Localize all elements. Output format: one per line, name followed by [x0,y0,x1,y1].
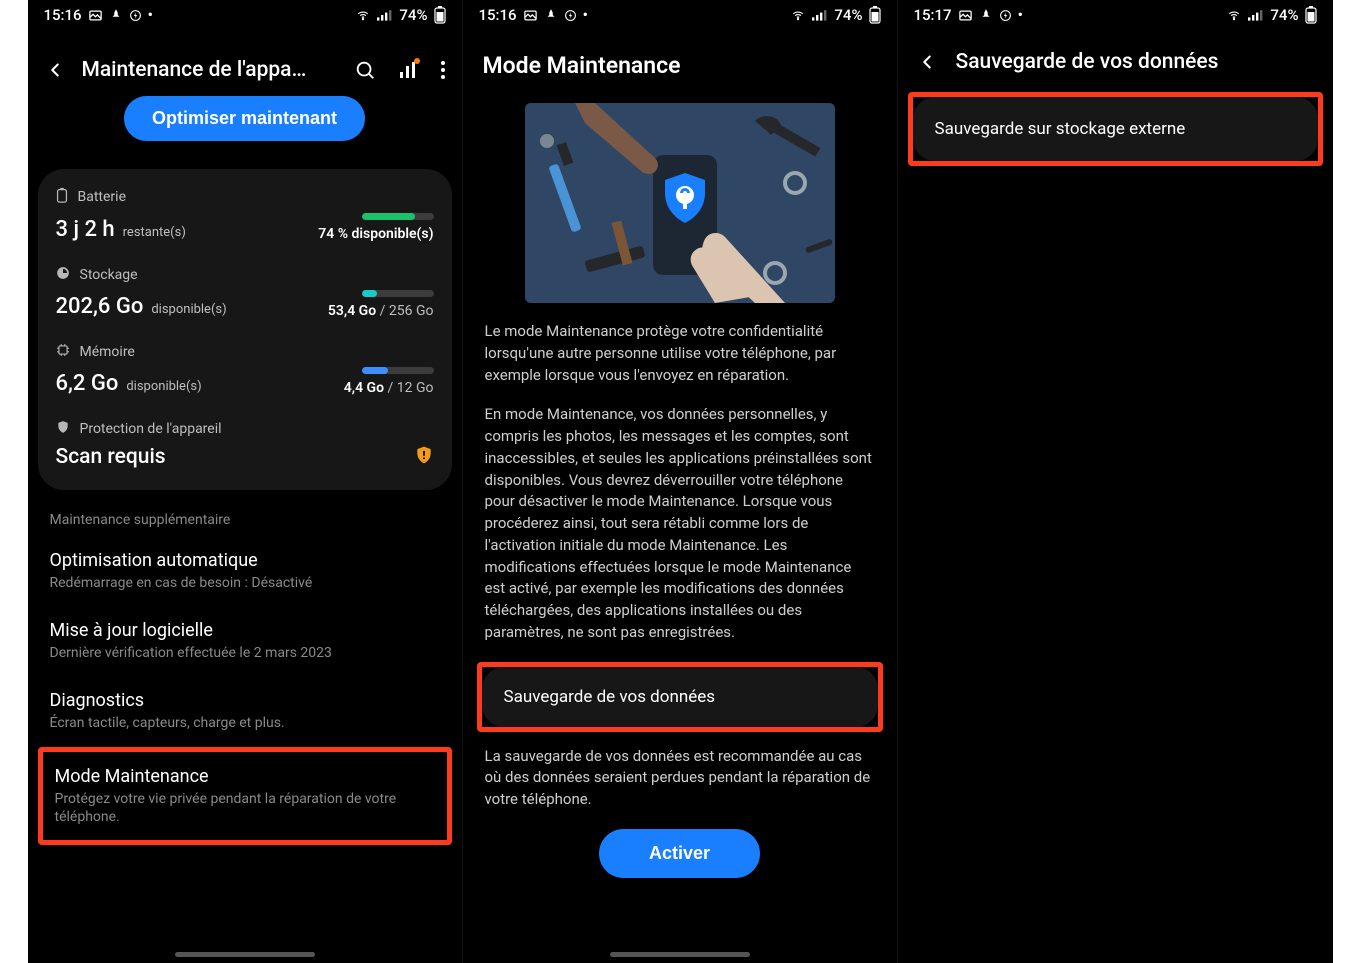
pin-icon [544,8,558,22]
diagnostics-sub: Écran tactile, capteurs, charge et plus. [50,714,440,732]
auto-optimization-title: Optimisation automatique [50,550,440,571]
maintenance-description-2: En mode Maintenance, vos données personn… [463,404,897,643]
page-header: Maintenance de l'appa… [28,28,462,92]
software-update-sub: Dernière vérification effectuée le 2 mar… [50,644,440,662]
maintenance-mode-item[interactable]: Mode Maintenance Protégez votre vie priv… [43,752,447,840]
wifi-icon [1226,8,1242,22]
wifi-icon [790,8,806,22]
protection-row[interactable]: Protection de l'appareil Scan requis [56,420,434,470]
storage-icon [56,266,70,284]
clock: 15:16 [479,6,517,24]
pin-icon [109,8,123,22]
storage-used: 53,4 Go [328,303,376,319]
storage-available-label: disponible(s) [151,302,226,317]
battery-icon [1305,6,1317,24]
auto-optimization-sub: Redémarrage en cas de besoin : Désactivé [50,574,440,592]
memory-used: 4,4 Go [344,380,384,396]
activate-button[interactable]: Activer [599,829,760,878]
storage-label: Stockage [80,267,138,283]
battery-icon [434,6,446,24]
memory-label: Mémoire [80,344,135,360]
maintenance-mode-sub: Protégez votre vie privée pendant la rép… [55,790,435,826]
battery-icon [869,6,881,24]
page-title: Sauvegarde de vos données [956,50,1219,74]
battery-value: 3 j 2 h [56,217,115,242]
more-icon[interactable] [440,60,446,80]
status-bar: 15:16 • 74% [28,0,462,28]
battery-percent: 74% [1270,6,1298,24]
signal-icon [812,8,828,22]
storage-total: 256 Go [389,303,434,319]
diagnostics-title: Diagnostics [50,690,440,711]
phone-screen-3: 15:17 • 74% Sauvegarde de vos données Sa… [898,0,1333,963]
wifi-icon [355,8,371,22]
battery-label: Batterie [78,189,127,205]
external-backup-highlight: Sauvegarde sur stockage externe [908,92,1323,166]
diagnostics-item[interactable]: Diagnostics Écran tactile, capteurs, cha… [28,676,462,746]
maintenance-description-1: Le mode Maintenance protège votre confid… [463,321,897,386]
battery-small-icon [56,187,68,207]
memory-icon [56,343,70,361]
memory-value: 6,2 Go [56,371,119,396]
picture-icon [523,8,538,23]
memory-total: 12 Go [397,380,434,396]
battery-row[interactable]: Batterie 3 j 2 h restante(s) 74 % dispon… [56,187,434,242]
home-indicator[interactable] [175,952,315,957]
chart-icon[interactable] [398,60,418,80]
external-backup-item[interactable]: Sauvegarde sur stockage externe [913,97,1318,161]
device-stats-card: Batterie 3 j 2 h restante(s) 74 % dispon… [38,169,452,490]
storage-row[interactable]: Stockage 202,6 Go disponible(s) 53,4 Go … [56,266,434,319]
page-title: Maintenance de l'appa… [82,58,338,82]
memory-available-label: disponible(s) [126,379,201,394]
page-header: Sauvegarde de vos données [898,28,1333,86]
status-dot: • [583,6,588,24]
clock: 15:16 [44,6,82,24]
storage-value: 202,6 Go [56,294,144,319]
backup-data-card[interactable]: Sauvegarde de vos données [482,667,878,727]
home-indicator[interactable] [610,952,750,957]
backup-highlight: Sauvegarde de vos données [477,662,883,732]
protection-label: Protection de l'appareil [80,421,222,437]
status-bar: 15:16 • 74% [463,0,897,28]
protection-status: Scan requis [56,445,166,469]
battery-remaining: restante(s) [123,225,186,240]
phone-screen-1: 15:16 • 74% Maintenance de l'appa… [28,0,463,963]
clock: 15:17 [914,6,952,24]
shield-icon [56,420,70,438]
shield-alert-icon [414,444,434,470]
optimize-button[interactable]: Optimiser maintenant [124,96,365,141]
extra-maintenance-label: Maintenance supplémentaire [50,512,440,528]
phone-screen-2: 15:16 • 74% Mode Maintenance [463,0,898,963]
software-update-item[interactable]: Mise à jour logicielle Dernière vérifica… [28,606,462,676]
back-button[interactable] [916,51,938,73]
signal-icon [1248,8,1264,22]
lightning-icon [999,9,1012,22]
battery-percent: 74% [834,6,862,24]
battery-percent: 74% [399,6,427,24]
signal-icon [377,8,393,22]
lightning-icon [129,9,142,22]
auto-optimization-item[interactable]: Optimisation automatique Redémarrage en … [28,536,462,606]
maintenance-mode-title: Mode Maintenance [55,766,435,787]
memory-row[interactable]: Mémoire 6,2 Go disponible(s) 4,4 Go / 12… [56,343,434,396]
pin-icon [979,8,993,22]
maintenance-mode-highlight: Mode Maintenance Protégez votre vie priv… [38,747,452,845]
picture-icon [958,8,973,23]
status-bar: 15:17 • 74% [898,0,1333,28]
lightning-icon [564,9,577,22]
software-update-title: Mise à jour logicielle [50,620,440,641]
page-title: Mode Maintenance [463,28,897,89]
battery-available: 74 % disponible(s) [318,226,433,242]
status-dot: • [148,6,153,24]
maintenance-illustration [525,103,835,303]
picture-icon [88,8,103,23]
back-button[interactable] [44,59,66,81]
status-dot: • [1018,6,1023,24]
backup-recommendation: La sauvegarde de vos données est recomma… [463,746,897,811]
search-icon[interactable] [354,59,376,81]
